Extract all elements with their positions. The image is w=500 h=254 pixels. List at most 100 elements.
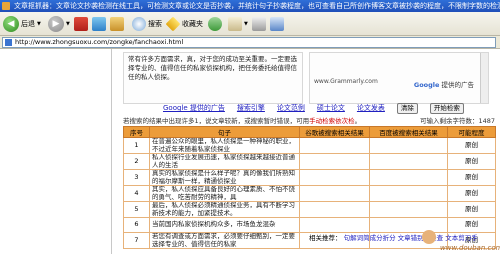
link-sentence-analysis[interactable]: 句解词简成分折分 [344,234,396,242]
header-num: 序号 [123,126,150,138]
back-button[interactable]: ◀ 后退 ▼ [3,15,41,33]
row-google[interactable] [299,169,370,186]
back-arrow-icon: ◀ [3,16,19,32]
edit-button[interactable] [270,15,284,33]
stop-icon [74,17,88,31]
related-label: 相关推荐： [309,234,342,242]
stop-button[interactable] [74,15,88,33]
print-icon [252,17,266,31]
home-button[interactable] [110,15,124,33]
ie-app-icon [2,2,10,10]
notice-line: 若搜索的结果中出现许多1，说文章较新，或搜索暂时错误，可用手动检索依次检。 可输… [123,115,495,125]
star-icon [165,16,181,32]
page-icon [5,39,12,46]
row-google[interactable] [299,217,370,233]
table-row: 5 最后，私人侦探必须精通侦探业务，具有不断学习新技术的能力，加紧提技术。 原创 [123,201,496,218]
header-google: 谷歌被搜索相关结果 [299,126,370,138]
forward-button[interactable]: ▶ ▼ [48,15,70,33]
ad-left-prefix: 常有许多方面需求， [128,55,187,63]
link-thesis-sample[interactable]: 论文范例 [277,103,305,113]
row-num: 7 [123,232,150,249]
search-icon [132,17,146,31]
row-num: 2 [123,153,150,170]
header-sentence: 句子 [149,126,300,138]
history-button[interactable] [208,15,222,33]
history-icon [208,17,222,31]
table-row: 3 真实的私家侦探是什么样子呢？真的像我们所熟知的福尔摩斯一样，精通侦探业 原创 [123,169,496,186]
row-num: 5 [123,201,150,218]
row-num: 4 [123,185,150,202]
ad-box-left[interactable]: 常有许多方面需求，真，对于您的成功至关重要。一定要选择专业的、值得信任的私家侦探… [123,52,303,104]
row-google[interactable] [299,185,370,202]
row-baidu[interactable] [369,153,448,170]
browser-toolbar: ◀ 后退 ▼ ▶ ▼ 搜索 收藏夹 ▼ [0,12,500,36]
row-sentence: 私人侦探行业发展迅速，私家侦探越来越接近普通人的生活 [149,153,300,170]
row-google[interactable] [299,153,370,170]
ad-scrollbar[interactable] [480,53,488,103]
row-level: 原创 [447,201,496,218]
row-sentence: 真实的私家侦探是什么样子呢？真的像我们所熟知的福尔摩斯一样，精通侦探业 [149,169,300,186]
link-thesis-publish[interactable]: 论文发表 [357,103,385,113]
table-row: 2 私人侦探行业发展迅速，私家侦探越来越接近普通人的生活 原创 [123,153,496,170]
start-search-button[interactable]: 开始检索 [429,102,464,114]
row-num: 1 [123,137,150,154]
row-level: 原创 [447,137,496,154]
dropdown-icon[interactable]: ▼ [66,21,70,27]
dropdown-icon[interactable]: ▼ [244,21,248,27]
table-row: 4 其实，私人侦探应具备良好的心理素质、不怕不饶的勇气、吃苦耐劳的精神，具 原创 [123,185,496,202]
row-sentence: 若您有调查或方面需求，必须要仔细甄别，一定要选择专业的、值得信任的私家 [149,232,300,249]
ad-domain[interactable]: www.Grammarly.com [314,78,378,85]
watermark-url: www.douban.com [440,244,500,252]
row-level: 原创 [447,153,496,170]
left-pane [0,49,112,254]
link-master-thesis[interactable]: 硕士论文 [317,103,345,113]
notice-highlight[interactable]: 手动检索依次检 [309,117,355,125]
window-title: 文章抠抓器：文章论文抄袭检测在线工具，可检测文章或论文是否抄袭，并统计句子抄袭程… [14,2,500,10]
row-google[interactable] [299,201,370,218]
mail-button[interactable]: ▼ [228,15,248,33]
forward-arrow-icon: ▶ [48,16,64,32]
watermark-logo-icon [422,230,436,244]
refresh-button[interactable] [92,15,106,33]
row-sentence: 在普遍公众的眼里，私人侦探是一种神秘的职业，不过近年来随着私家侦探业 [149,137,300,154]
favorites-label: 收藏夹 [182,20,203,28]
back-label: 后退 [21,20,35,28]
row-sentence: 当前国内私家侦探机构众多，市场鱼龙混杂 [149,217,300,233]
search-label: 搜索 [148,20,162,28]
row-sentence: 最后，私人侦探必须精通侦探业务，具有不断学习新技术的能力，加紧提技术。 [149,201,300,218]
table-header-row: 序号 句子 谷歌被搜索相关结果 百度被搜索相关结果 可能程度 [123,126,496,138]
row-level: 原创 [447,185,496,202]
row-sentence: 其实，私人侦探应具备良好的心理素质、不怕不饶的勇气、吃苦耐劳的精神，具 [149,185,300,202]
row-baidu[interactable] [369,169,448,186]
google-brand-suffix: 提供的广告 [441,81,475,89]
table-row: 1 在普遍公众的眼里，私人侦探是一种神秘的职业，不过近年来随着私家侦探业 原创 [123,137,496,154]
row-baidu[interactable] [369,137,448,154]
url-input[interactable]: http://www.zhongsuoxu.com/zongke/fanchao… [2,37,496,48]
notice-text: 若搜索的结果中出现许多1，说文章较新，或搜索暂时错误，可用手动检索依次检。 [123,117,362,125]
favorites-button[interactable]: 收藏夹 [165,15,203,33]
dropdown-icon[interactable]: ▼ [37,21,41,27]
link-search-engine[interactable]: 搜索引擎 [237,103,265,113]
row-level: 原创 [447,169,496,186]
row-baidu[interactable] [369,185,448,202]
clear-button[interactable]: 清除 [396,102,418,114]
row-num: 6 [123,217,150,233]
watermark: www.douban.com [420,230,500,254]
address-bar: http://www.zhongsuoxu.com/zongke/fanchao… [0,36,500,49]
row-baidu[interactable] [369,201,448,218]
google-ad-label[interactable]: Google 提供的广告 [163,103,225,113]
ad-box-right[interactable]: www.Grammarly.com Google 提供的广告 [309,52,489,104]
mail-icon [228,17,242,31]
google-brand-name: Google [413,81,440,89]
header-baidu: 百度被搜索相关结果 [369,126,448,138]
page-content: 常有许多方面需求，真，对于您的成功至关重要。一定要选择专业的、值得信任的私家侦探… [113,49,500,254]
google-ads-brand: Google 提供的广告 [414,79,474,89]
print-button[interactable] [252,15,266,33]
search-button[interactable]: 搜索 [132,15,162,33]
remaining-chars: 可输入剩余字符数：1487 [419,117,495,125]
window-title-bar: 文章抠抓器：文章论文抄袭检测在线工具，可检测文章或论文是否抄袭，并统计句子抄袭程… [0,0,500,12]
row-google[interactable] [299,137,370,154]
refresh-icon [92,17,106,31]
edit-icon [270,17,284,31]
row-num: 3 [123,169,150,186]
